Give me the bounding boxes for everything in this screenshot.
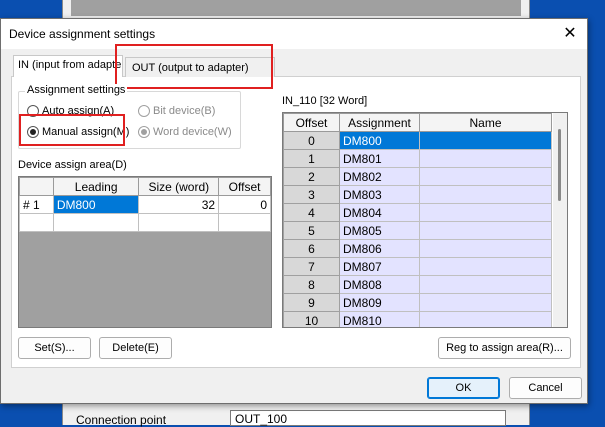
offset-cell: 0 [283,131,340,150]
assignment-cell[interactable]: DM802 [339,167,420,186]
table-row-empty[interactable] [19,213,271,232]
offset-cell: 6 [283,239,340,258]
table-row[interactable]: 7 DM807 [283,257,552,276]
in-assignment-table: Offset Assignment Name 0 DM800 1 DM801 2 DM… [283,113,552,327]
size-cell[interactable] [138,213,220,232]
assignment-cell[interactable]: DM809 [339,293,420,312]
cancel-button[interactable]: Cancel [509,377,582,399]
assignment-cell[interactable]: DM801 [339,149,420,168]
row-number: # 1 [19,195,54,214]
table-row[interactable]: 3 DM803 [283,185,552,204]
offset-cell: 2 [283,167,340,186]
name-cell[interactable] [419,239,552,258]
delete-button[interactable]: Delete(E) [99,337,172,359]
assignment-settings-label: Assignment settings [25,84,128,96]
name-cell[interactable] [419,185,552,204]
offset-cell: 8 [283,275,340,294]
name-cell[interactable] [419,221,552,240]
word-device-radio[interactable]: Word device(W) [138,126,232,138]
assignment-cell[interactable]: DM810 [339,311,420,327]
name-cell[interactable] [419,293,552,312]
name-cell[interactable] [419,149,552,168]
assignment-cell[interactable]: DM808 [339,275,420,294]
column-header-leading[interactable]: Leading [52,177,140,196]
assignment-cell[interactable]: DM806 [339,239,420,258]
size-cell[interactable]: 32 [138,195,220,214]
row-number [19,213,54,232]
set-button[interactable]: Set(S)... [18,337,91,359]
table-row[interactable]: 8 DM808 [283,275,552,294]
offset-cell[interactable] [218,213,271,232]
name-cell[interactable] [419,275,552,294]
table-row[interactable]: 1 DM801 [283,149,552,168]
offset-cell: 3 [283,185,340,204]
column-header-offset[interactable]: Offset [218,177,271,196]
highlight-box-manual-assign [19,114,125,146]
offset-cell: 4 [283,203,340,222]
assignment-cell[interactable]: DM805 [339,221,420,240]
offset-cell[interactable]: 0 [218,195,271,214]
name-cell[interactable] [419,257,552,276]
table-row[interactable]: 4 DM804 [283,203,552,222]
table-row[interactable]: 2 DM802 [283,167,552,186]
offset-cell: 10 [283,311,340,327]
name-cell[interactable] [419,167,552,186]
vertical-scrollbar[interactable] [553,113,567,327]
background-top-bar [71,0,521,16]
table-row[interactable]: 6 DM806 [283,239,552,258]
offset-cell: 1 [283,149,340,168]
word-device-label: Word device(W) [153,126,232,138]
dialog-titlebar: Device assignment settings ✕ [1,19,587,49]
device-assign-area-label: Device assign area(D) [18,159,127,171]
dialog-title: Device assignment settings [9,27,156,41]
offset-cell: 5 [283,221,340,240]
table-row[interactable]: 9 DM809 [283,293,552,312]
table-row[interactable]: 10 DM810 [283,311,552,327]
connection-point-select[interactable]: OUT_100 [230,410,506,426]
ok-button[interactable]: OK [427,377,500,399]
column-header-offset[interactable]: Offset [283,113,340,132]
device-assignment-dialog: Device assignment settings ✕ IN (input f… [0,18,588,404]
close-icon[interactable]: ✕ [559,23,581,45]
radio-checked-icon [138,126,150,138]
table-row[interactable]: 0 DM800 [283,131,552,150]
bit-device-radio[interactable]: Bit device(B) [138,105,215,117]
offset-cell: 9 [283,293,340,312]
offset-cell: 7 [283,257,340,276]
column-header-name[interactable]: Name [419,113,552,132]
tab-in[interactable]: IN (input from adapter) [13,55,123,77]
assignment-cell[interactable]: DM803 [339,185,420,204]
table-row[interactable]: # 1 DM800 32 0 [19,195,271,214]
device-assign-table: Leading Size (word) Offset # 1 DM800 32 … [19,177,271,232]
assignment-cell[interactable]: DM800 [339,131,420,150]
in-assignment-grid: Offset Assignment Name 0 DM800 1 DM801 2 DM… [282,112,568,328]
scrollbar-thumb[interactable] [558,129,561,201]
leading-cell[interactable]: DM800 [52,195,140,214]
leading-cell[interactable] [52,213,140,232]
table-row[interactable]: 5 DM805 [283,221,552,240]
device-assign-grid: Leading Size (word) Offset # 1 DM800 32 … [18,176,272,328]
radio-icon [138,105,150,117]
assignment-cell[interactable]: DM804 [339,203,420,222]
in-list-label: IN_110 [32 Word] [282,95,368,107]
assignment-cell[interactable]: DM807 [339,257,420,276]
column-header [19,177,54,196]
column-header-assignment[interactable]: Assignment [339,113,420,132]
name-cell[interactable] [419,131,552,150]
reg-to-assign-area-button[interactable]: Reg to assign area(R)... [438,337,571,359]
name-cell[interactable] [419,311,552,327]
name-cell[interactable] [419,203,552,222]
bit-device-label: Bit device(B) [153,105,216,117]
highlight-box-out-tab [115,44,273,89]
column-header-size[interactable]: Size (word) [138,177,220,196]
